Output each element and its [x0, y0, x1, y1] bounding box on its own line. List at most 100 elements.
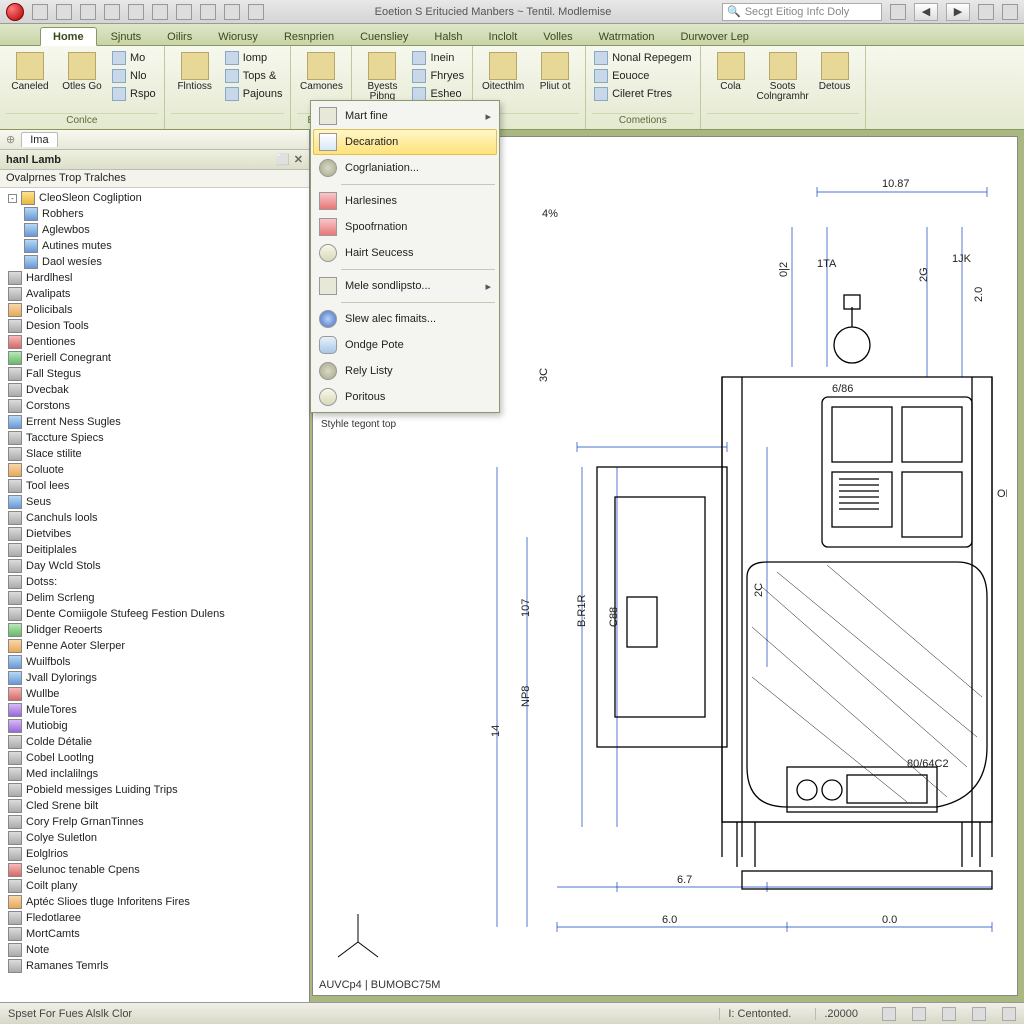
tree-item[interactable]: Desion Tools [4, 318, 305, 334]
tree-item[interactable]: Jvall Dylorings [4, 670, 305, 686]
side-tab[interactable]: Ima [21, 132, 57, 147]
qat-save-icon[interactable] [32, 4, 48, 20]
ribbon-tab[interactable]: Halsh [422, 28, 474, 45]
tree-item[interactable]: Dentiones [4, 334, 305, 350]
ribbon-tab[interactable]: Volles [531, 28, 584, 45]
tree-item[interactable]: Coilt plany [4, 878, 305, 894]
qat-undo-icon[interactable] [56, 4, 72, 20]
menu-item[interactable]: Ondge Pote [313, 332, 497, 358]
qat-icon[interactable] [128, 4, 144, 20]
qat-icon[interactable] [248, 4, 264, 20]
pin-icon[interactable]: ⊕ [6, 133, 15, 146]
qat-icon[interactable] [978, 4, 994, 20]
tree-item[interactable]: Autines mutes [4, 238, 305, 254]
status-icon[interactable] [912, 1007, 926, 1021]
ribbon-button-small[interactable]: Fhryes [410, 68, 466, 84]
ribbon-button-small[interactable]: Pajouns [223, 86, 285, 102]
tree-item[interactable]: Corstons [4, 398, 305, 414]
tree-item[interactable]: Pobield messiges Luiding Trips [4, 782, 305, 798]
ribbon-tab[interactable]: Wiorusy [206, 28, 270, 45]
ribbon-button-small[interactable]: Nonal Repegem [592, 50, 694, 66]
qat-icon[interactable] [176, 4, 192, 20]
tree-item[interactable]: Tool lees [4, 478, 305, 494]
tree-item[interactable]: Hardlhesl [4, 270, 305, 286]
ribbon-tab[interactable]: Watrmation [587, 28, 667, 45]
ribbon-tab[interactable]: Sjnuts [99, 28, 154, 45]
ribbon-button[interactable]: Detous [811, 50, 859, 113]
ribbon-button-small[interactable]: Inein [410, 50, 466, 66]
tree-item[interactable]: Taccture Spiecs [4, 430, 305, 446]
tree-item[interactable]: Dotss: [4, 574, 305, 590]
tree-item[interactable]: Periell Conegrant [4, 350, 305, 366]
tree-item[interactable]: Policibals [4, 302, 305, 318]
ribbon-tab[interactable]: Home [40, 27, 97, 46]
tree-item[interactable]: MortCamts [4, 926, 305, 942]
ribbon-tab[interactable]: Durwover Lep [668, 28, 760, 45]
status-icon[interactable] [1002, 1007, 1016, 1021]
ribbon-button-small[interactable]: Tops & [223, 68, 285, 84]
tree-item[interactable]: Day Wcld Stols [4, 558, 305, 574]
ribbon-tab[interactable]: Cuensliey [348, 28, 420, 45]
tree-item[interactable]: Fall Stegus [4, 366, 305, 382]
tree-item[interactable]: Canchuls lools [4, 510, 305, 526]
ribbon-button[interactable]: Otles Go [58, 50, 106, 113]
tree-item[interactable]: Cobel Lootlng [4, 750, 305, 766]
ribbon-button[interactable]: Flntioss [171, 50, 219, 113]
tree-item[interactable]: Wullbe [4, 686, 305, 702]
tree-item[interactable]: Aglewbos [4, 222, 305, 238]
menu-item[interactable]: Decaration [313, 129, 497, 155]
tree-item[interactable]: Wuilfbols [4, 654, 305, 670]
project-tree[interactable]: -CleoSleon CogliptionRobhersAglewbosAuti… [0, 188, 309, 1002]
ribbon-button[interactable]: Cola [707, 50, 755, 113]
tree-item[interactable]: Cory Frelp GrnanTinnes [4, 814, 305, 830]
tree-item[interactable]: Dvecbak [4, 382, 305, 398]
menu-item[interactable]: Slew alec fimaits... [313, 306, 497, 332]
ribbon-button-small[interactable]: Rspo [110, 86, 158, 102]
tree-item[interactable]: Delim Scrleng [4, 590, 305, 606]
panel-close-icon[interactable]: ✕ [294, 153, 303, 166]
tree-item[interactable]: Avalipats [4, 286, 305, 302]
ribbon-button-small[interactable]: Eouoce [592, 68, 694, 84]
tree-item[interactable]: Dlidger Reoerts [4, 622, 305, 638]
tree-item[interactable]: Robhers [4, 206, 305, 222]
menu-item[interactable]: Rely Listy [313, 358, 497, 384]
tree-item[interactable]: Coluote [4, 462, 305, 478]
ribbon-button-small[interactable]: Cileret Ftres [592, 86, 694, 102]
tree-item[interactable]: Med inclalilngs [4, 766, 305, 782]
tree-item[interactable]: Dente Comiigole Stufeeg Festion Dulens [4, 606, 305, 622]
ribbon-button-small[interactable]: Mo [110, 50, 158, 66]
tree-item[interactable]: Deitiplales [4, 542, 305, 558]
tree-item[interactable]: Seus [4, 494, 305, 510]
ribbon-button-small[interactable]: Nlo [110, 68, 158, 84]
tree-item[interactable]: Eolglrios [4, 846, 305, 862]
qat-icon[interactable] [224, 4, 240, 20]
menu-item[interactable]: Cogrlaniation... [313, 155, 497, 181]
tree-item[interactable]: Daol wesíes [4, 254, 305, 270]
tree-item[interactable]: Dietvibes [4, 526, 305, 542]
tree-item[interactable]: Mutiobig [4, 718, 305, 734]
qat-icon[interactable] [152, 4, 168, 20]
tree-item[interactable]: Errent Ness Sugles [4, 414, 305, 430]
status-icon[interactable] [942, 1007, 956, 1021]
tree-item[interactable]: MuleTores [4, 702, 305, 718]
qat-icon[interactable] [200, 4, 216, 20]
ribbon-tab[interactable]: Inclolt [477, 28, 530, 45]
menu-item[interactable]: Hairt Seucess [313, 240, 497, 266]
qat-print-icon[interactable] [104, 4, 120, 20]
status-icon[interactable] [882, 1007, 896, 1021]
qat-redo-icon[interactable] [80, 4, 96, 20]
menu-item[interactable]: Mart fine▸ [313, 103, 497, 129]
ribbon-button-small[interactable]: Iomp [223, 50, 285, 66]
qat-icon[interactable] [1002, 4, 1018, 20]
ribbon-tab[interactable]: Resnprien [272, 28, 346, 45]
tree-item[interactable]: Selunoc tenable Cpens [4, 862, 305, 878]
tree-item[interactable]: Colde Détalie [4, 734, 305, 750]
menu-item[interactable]: Poritous [313, 384, 497, 410]
help-search-box[interactable]: 🔍 Secgt Eitiog Infc Doly [722, 3, 882, 21]
ribbon-button[interactable]: Caneled [6, 50, 54, 113]
tree-item[interactable]: -CleoSleon Cogliption [4, 190, 305, 206]
ribbon-button[interactable]: Pliut ot [531, 50, 579, 113]
expander-icon[interactable]: - [8, 194, 17, 203]
tree-item[interactable]: Aptéc Slioes tluge Inforitens Fires [4, 894, 305, 910]
nav-back-button[interactable]: ◀ [914, 3, 938, 21]
